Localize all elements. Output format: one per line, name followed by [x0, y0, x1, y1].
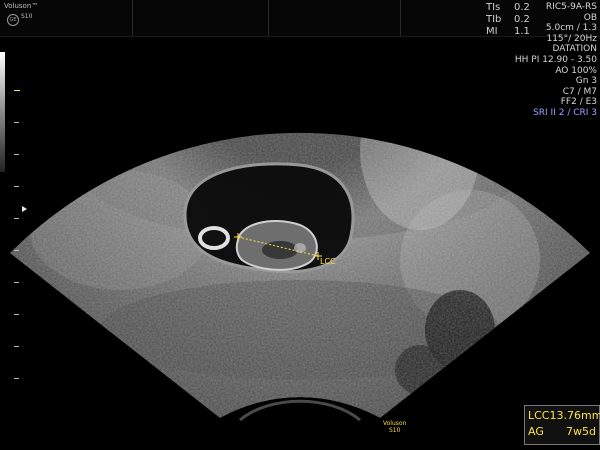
- depth-tick: [14, 122, 19, 123]
- depth-tick: [14, 378, 19, 379]
- caliper-label: LCC: [320, 257, 336, 266]
- watermark: Voluson S10: [383, 420, 406, 434]
- measurement-row: LCC 13.76mm: [528, 408, 600, 424]
- focus-marker-icon[interactable]: [22, 206, 27, 212]
- index-label: TIb: [486, 14, 502, 25]
- depth-tick: [14, 282, 19, 283]
- measurement-value: 7w5d: [566, 425, 596, 438]
- measurement-value: 13.76mm: [549, 409, 600, 422]
- depth-tick: [14, 314, 19, 315]
- param-gain: Gn 3: [575, 76, 597, 87]
- index-label: TIs: [486, 2, 501, 13]
- param-ao: AO 100%: [555, 65, 597, 76]
- param-app: OB: [583, 12, 597, 23]
- depth-tick: [14, 154, 19, 155]
- ultrasound-image: [10, 132, 590, 450]
- measurement-name: AG: [528, 425, 544, 438]
- grayscale-bar: [0, 52, 5, 172]
- watermark-line: S10: [388, 427, 401, 434]
- brand-model: S10: [21, 13, 33, 20]
- param-angle: 115°/ 20Hz: [546, 33, 597, 44]
- param-sri: SRI II 2 / CRI 3: [533, 107, 597, 118]
- measurement-results: LCC 13.76mm AG 7w5d: [524, 405, 600, 445]
- brand-area: Voluson™ GE S10: [4, 2, 39, 26]
- depth-tick: [14, 90, 20, 91]
- depth-tick: [14, 346, 19, 347]
- measurement-name: LCC: [528, 409, 550, 422]
- param-cm: C7 / M7: [562, 86, 597, 97]
- param-ff: FF2 / E3: [560, 97, 597, 108]
- scan-sector: [10, 132, 590, 419]
- index-label: MI: [486, 26, 498, 37]
- param-preset: DATATION: [552, 44, 597, 55]
- ge-logo-icon: GE: [7, 14, 19, 26]
- brand-name: Voluson™: [4, 2, 39, 10]
- depth-tick: [14, 218, 19, 219]
- depth-tick: [14, 250, 19, 251]
- param-harmonic: HH PI 12.90 - 3.50: [514, 54, 597, 65]
- measurement-row: AG 7w5d: [528, 424, 596, 440]
- param-depth: 5.0cm / 1.3: [545, 23, 597, 34]
- param-probe: RIC5-9A-RS: [545, 2, 597, 12]
- ultrasound-screen: Voluson™ GE S10 TIs 0.2 TIb 0.2 MI 1.1 R…: [0, 0, 600, 450]
- yolk-sac: [198, 226, 230, 250]
- watermark-line: Voluson: [383, 420, 407, 427]
- probe-parameters: RIC5-9A-RS OB 5.0cm / 1.3 115°/ 20Hz DAT…: [515, 2, 597, 119]
- depth-tick: [14, 186, 19, 187]
